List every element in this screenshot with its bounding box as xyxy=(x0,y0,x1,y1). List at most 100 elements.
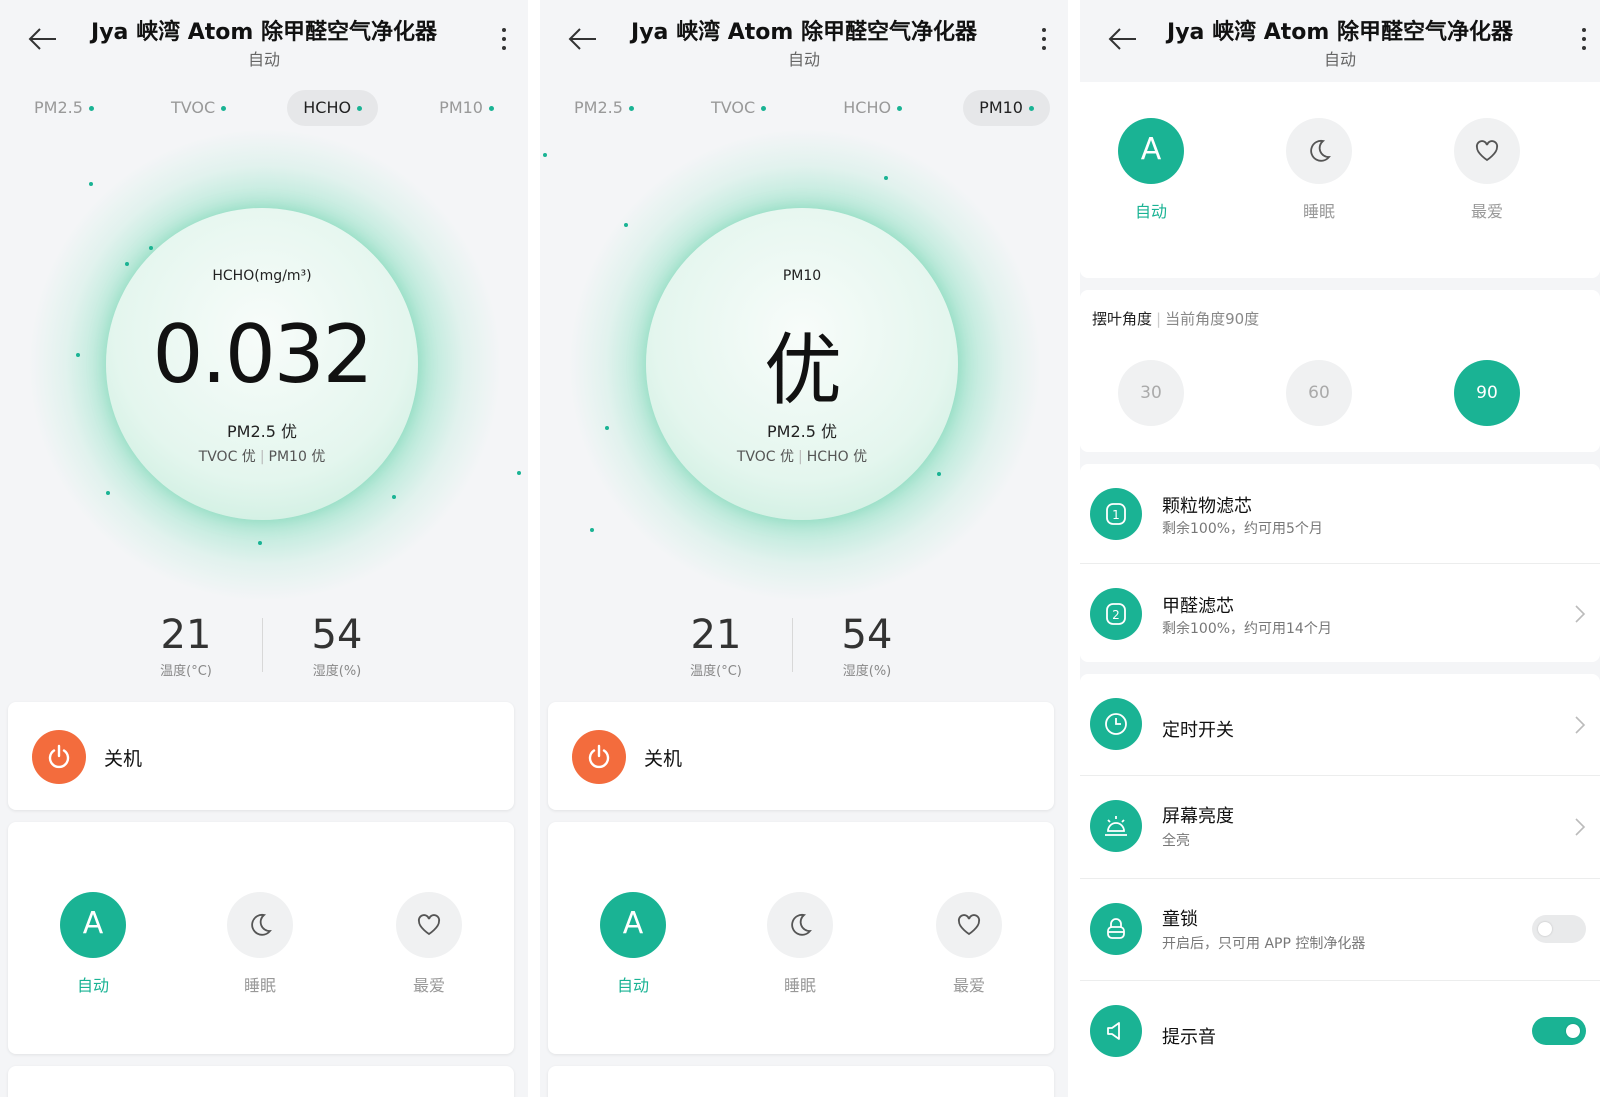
status-dot xyxy=(88,105,94,111)
mode-favorite[interactable]: 最爱 xyxy=(1442,118,1532,222)
status-dot xyxy=(1028,105,1034,111)
child-lock-toggle[interactable] xyxy=(1532,915,1586,943)
humidity-readout: 54 湿度(%) xyxy=(817,612,917,679)
tab-hcho[interactable]: HCHO xyxy=(827,90,918,126)
power-icon xyxy=(588,744,610,769)
heart-icon xyxy=(396,892,462,958)
mode-sleep[interactable]: 睡眠 xyxy=(215,892,305,996)
gauge-value: 优 xyxy=(763,326,842,416)
humidity-value: 54 xyxy=(841,612,893,658)
mode-card: A 自动 睡眠 最爱 xyxy=(8,822,514,1054)
status-dot xyxy=(628,105,634,111)
filter-subtitle: 剩余100%，约可用14个月 xyxy=(1162,621,1332,637)
particle-dot xyxy=(624,223,628,227)
status-dot xyxy=(897,105,903,111)
mode-subtitle: 自动 xyxy=(787,50,820,69)
auto-letter: A xyxy=(82,906,104,941)
app-header: Jya 峡湾 Atom 除甲醛空气净化器 自动 xyxy=(1080,0,1600,80)
svg-text:1: 1 xyxy=(1112,508,1120,522)
mode-auto[interactable]: A 自动 xyxy=(588,892,678,996)
moon-icon xyxy=(227,892,293,958)
more-options-icon[interactable] xyxy=(1580,28,1588,52)
more-options-icon[interactable] xyxy=(1040,28,1048,52)
gauge-label: PM10 xyxy=(782,268,822,284)
temperature-readout: 21 温度(°C) xyxy=(666,612,766,679)
moon-icon xyxy=(1286,118,1352,184)
mode-auto[interactable]: A 自动 xyxy=(48,892,138,996)
mode-sleep[interactable]: 睡眠 xyxy=(1274,118,1364,222)
more-options-icon[interactable] xyxy=(500,28,508,52)
tab-tvoc[interactable]: TVOC xyxy=(695,90,782,126)
power-card: 关机 xyxy=(548,702,1054,810)
power-card: 关机 xyxy=(8,702,514,810)
gauge-status: PM2.5 优 xyxy=(767,422,837,441)
auto-mode-icon: A xyxy=(1118,118,1184,184)
filter-row-particle[interactable]: 1 颗粒物滤芯 剩余100%，约可用5个月 xyxy=(1080,464,1600,564)
particle-dot xyxy=(392,495,396,499)
tab-label: PM2.5 xyxy=(574,98,623,117)
blade-angle-card: 摆叶角度 | 当前角度90度 30 60 90 xyxy=(1080,290,1600,452)
particle-dot xyxy=(605,426,609,430)
setting-title: 童锁 xyxy=(1162,909,1198,930)
setting-title: 屏幕亮度 xyxy=(1162,806,1234,827)
mode-auto-label: 自动 xyxy=(616,976,649,995)
particle-dot xyxy=(258,541,262,545)
mode-subtitle: 自动 xyxy=(247,50,280,69)
angle-option-60[interactable]: 60 xyxy=(1286,360,1352,426)
filter-subtitle: 剩余100%，约可用5个月 xyxy=(1162,521,1323,537)
setting-subtitle: 开启后，只可用 APP 控制净化器 xyxy=(1162,936,1366,952)
setting-timer[interactable]: 定时开关 xyxy=(1080,674,1600,774)
tab-tvoc[interactable]: TVOC xyxy=(155,90,242,126)
gauge-status: PM2.5 优 xyxy=(227,422,297,441)
screen-settings: Jya 峡湾 Atom 除甲醛空气净化器 自动 A 自动 睡眠 最爱 摆叶角度 |… xyxy=(1080,0,1600,1097)
angle-title-text: 摆叶角度 xyxy=(1092,310,1153,328)
mode-favorite[interactable]: 最爱 xyxy=(384,892,474,996)
tab-label: TVOC xyxy=(710,98,756,117)
app-header: Jya 峡湾 Atom 除甲醛空气净化器 自动 xyxy=(0,0,528,80)
humidity-readout: 54 湿度(%) xyxy=(287,612,387,679)
power-button[interactable] xyxy=(572,730,626,784)
toggle-knob xyxy=(1566,1024,1580,1038)
particle-dot xyxy=(543,153,547,157)
setting-sound: 提示音 xyxy=(1080,981,1600,1081)
angle-option-30[interactable]: 30 xyxy=(1118,360,1184,426)
auto-mode-icon: A xyxy=(600,892,666,958)
angle-current: 当前角度90度 xyxy=(1165,310,1260,328)
pollutant-tabs: PM2.5 TVOC HCHO PM10 xyxy=(558,90,1050,126)
auto-letter: A xyxy=(622,906,644,941)
humidity-label: 湿度(%) xyxy=(842,664,892,679)
filter-2-icon: 2 xyxy=(1090,588,1142,640)
tab-label: PM10 xyxy=(979,98,1023,117)
lock-icon xyxy=(1090,903,1142,955)
status-dot xyxy=(488,105,494,111)
heart-icon xyxy=(1454,118,1520,184)
status-dot xyxy=(761,105,767,111)
filter-row-hcho[interactable]: 2 甲醛滤芯 剩余100%，约可用14个月 xyxy=(1080,564,1600,664)
page-title: Jya 峡湾 Atom 除甲醛空气净化器 xyxy=(1167,20,1513,45)
tab-pm10[interactable]: PM10 xyxy=(963,90,1050,126)
mode-favorite-label: 最爱 xyxy=(412,976,445,995)
mode-auto-label: 自动 xyxy=(76,976,109,995)
sound-toggle[interactable] xyxy=(1532,1017,1586,1045)
gauge-value: 0.032 xyxy=(152,308,373,401)
mode-subtitle: 自动 xyxy=(1323,50,1356,69)
humidity-value: 54 xyxy=(311,612,363,658)
tab-pm10[interactable]: PM10 xyxy=(423,90,510,126)
chevron-right-icon xyxy=(1574,605,1586,623)
mode-auto-label: 自动 xyxy=(1134,202,1167,221)
filter-1-icon: 1 xyxy=(1090,488,1142,540)
angle-option-90[interactable]: 90 xyxy=(1454,360,1520,426)
gauge-sub-status: TVOC 优 | PM10 优 xyxy=(198,449,326,465)
temperature-label: 温度(°C) xyxy=(690,664,742,679)
mode-auto[interactable]: A 自动 xyxy=(1106,118,1196,222)
setting-brightness[interactable]: 屏幕亮度 全亮 xyxy=(1080,776,1600,876)
particle-dot xyxy=(125,262,129,266)
tab-pm25[interactable]: PM2.5 xyxy=(18,90,110,126)
mode-favorite[interactable]: 最爱 xyxy=(924,892,1014,996)
tab-pm25[interactable]: PM2.5 xyxy=(558,90,650,126)
power-button[interactable] xyxy=(32,730,86,784)
mode-sleep-label: 睡眠 xyxy=(783,976,816,995)
tab-hcho[interactable]: HCHO xyxy=(287,90,379,126)
svg-text:2: 2 xyxy=(1112,608,1120,622)
mode-sleep[interactable]: 睡眠 xyxy=(755,892,845,996)
